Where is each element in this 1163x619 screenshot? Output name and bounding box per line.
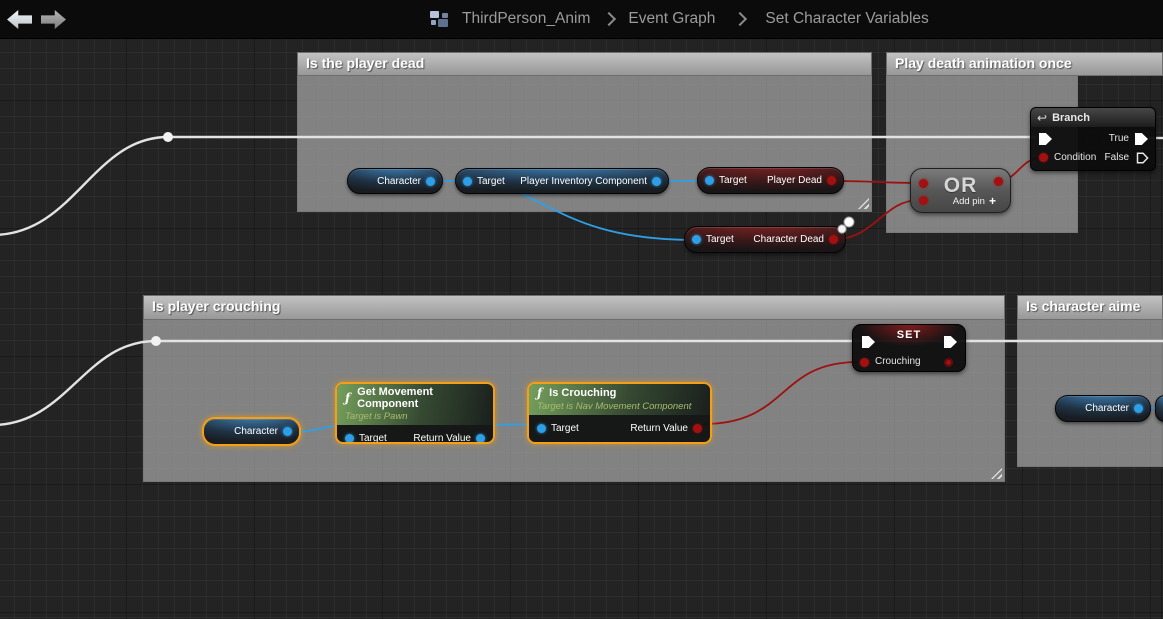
input-pin-target[interactable] [345,434,354,442]
variable-label: Character [1085,403,1129,414]
back-arrow-icon [7,10,32,29]
function-title: Is Crouching [549,387,617,399]
variable-label: Character [377,175,421,187]
output-pin-character[interactable] [426,176,435,186]
chevron-right-icon [733,11,748,27]
function-header: ƒ Get Movement Component Target is Pawn [337,384,493,425]
chevron-right-icon [602,11,617,27]
set-crouching-label: Crouching [875,356,921,367]
pin-label-target: Target [551,423,579,434]
variable-label: Character [234,426,278,437]
function-icon: ƒ [345,391,351,405]
node-variable-get-character-3[interactable]: Character [1055,395,1151,422]
plus-icon: + [988,194,996,208]
node-variable-get-character[interactable]: Character [347,168,443,194]
forward-arrow-icon [41,10,66,29]
output-pin-character[interactable] [283,427,292,436]
breadcrumb-item-blueprint[interactable]: ThirdPerson_Anim [462,10,590,28]
comment-resize-handle[interactable] [991,468,1002,479]
pin-label-target: Target [706,234,734,245]
or-input-pin-b[interactable] [919,196,928,205]
pin-label-target: Target [719,175,747,186]
input-pin-target[interactable] [463,176,472,186]
node-variable-get-character-2[interactable]: Character [202,417,301,446]
node-variable-get-player-inventory-component[interactable]: Target Player Inventory Component [455,168,669,194]
function-title: Get Movement Component [357,386,433,410]
output-pin-return-value[interactable] [693,424,702,433]
branch-true-pin[interactable] [1135,133,1148,145]
input-pin-target[interactable] [537,424,546,433]
branch-condition-pin[interactable] [1039,153,1048,162]
variable-label: Character Dead [753,234,824,245]
breadcrumb-item-current[interactable]: Set Character Variables [765,10,928,28]
comment-header-play-death-animation[interactable]: Play death animation once [886,52,1163,76]
node-branch[interactable]: ↩ Branch True Condition False [1030,107,1156,171]
variable-label: Player Inventory Component [520,175,647,187]
pin-label-return-value: Return Value [630,423,688,434]
node-variable-get-player-dead[interactable]: Target Player Dead [697,167,844,194]
top-bar: ThirdPerson_Anim Event Graph Set Charact… [0,0,1163,39]
output-pin-character[interactable] [1134,404,1143,413]
output-pin-inventory[interactable] [652,176,661,186]
comment-header-is-player-crouching[interactable]: Is player crouching [143,295,1005,320]
branch-false-pin[interactable] [1136,152,1149,164]
reroute-node-top[interactable] [163,132,173,142]
mouse-cursor-icon [837,216,855,234]
function-subtitle: Target is Pawn [345,411,408,422]
output-pin-return-value[interactable] [476,434,485,442]
pin-label-return-value: Return Value [413,433,471,444]
branch-false-label: False [1104,152,1129,163]
branch-title: Branch [1052,111,1090,124]
output-pin-player-dead[interactable] [827,176,836,185]
node-is-crouching[interactable]: ƒ Is Crouching Target is Nav Movement Co… [527,382,712,444]
pin-label-target: Target [477,175,505,187]
branch-exec-in-pin[interactable] [1039,133,1052,145]
branch-header: ↩ Branch [1031,108,1155,127]
back-button[interactable] [7,10,32,29]
node-variable-get-character-dead[interactable]: Target Character Dead [684,226,846,253]
branch-icon: ↩ [1037,110,1048,125]
output-pin-character-dead[interactable] [829,235,838,244]
blueprint-icon [430,11,448,27]
blueprint-graph-canvas[interactable]: Is the player dead Play death animation … [0,38,1163,619]
node-get-movement-component[interactable]: ƒ Get Movement Component Target is Pawn … [335,382,495,444]
node-set-crouching[interactable]: SET Crouching [852,324,966,372]
input-pin-target[interactable] [692,235,701,244]
variable-label: Player Dead [766,175,822,186]
add-pin-button[interactable]: Add pin + [953,194,996,208]
branch-condition-label: Condition [1054,152,1097,163]
function-header: ƒ Is Crouching Target is Nav Movement Co… [529,384,710,415]
function-icon: ƒ [537,386,543,400]
set-crouching-output-pin[interactable] [944,358,953,367]
set-crouching-input-pin[interactable] [860,358,869,367]
or-output-pin[interactable] [994,177,1003,186]
comment-resize-handle[interactable] [858,198,869,209]
comment-header-is-character-aiming[interactable]: Is character aime [1017,295,1163,320]
node-or[interactable]: OR Add pin + [910,168,1011,213]
node-partial-offscreen[interactable] [1155,395,1163,422]
breadcrumb-item-event-graph[interactable]: Event Graph [628,10,715,28]
function-subtitle: Target is Nav Movement Component [537,401,692,412]
pin-label-target: Target [359,433,387,444]
branch-true-label: True [1108,133,1129,144]
comment-header-is-player-dead[interactable]: Is the player dead [297,52,872,76]
forward-button[interactable] [41,10,66,29]
input-pin-target[interactable] [705,176,714,185]
comment-body-is-character-aiming[interactable] [1017,320,1163,467]
add-pin-label: Add pin [952,195,985,207]
breadcrumb: ThirdPerson_Anim Event Graph Set Charact… [430,0,929,38]
or-input-pin-a[interactable] [919,179,928,188]
